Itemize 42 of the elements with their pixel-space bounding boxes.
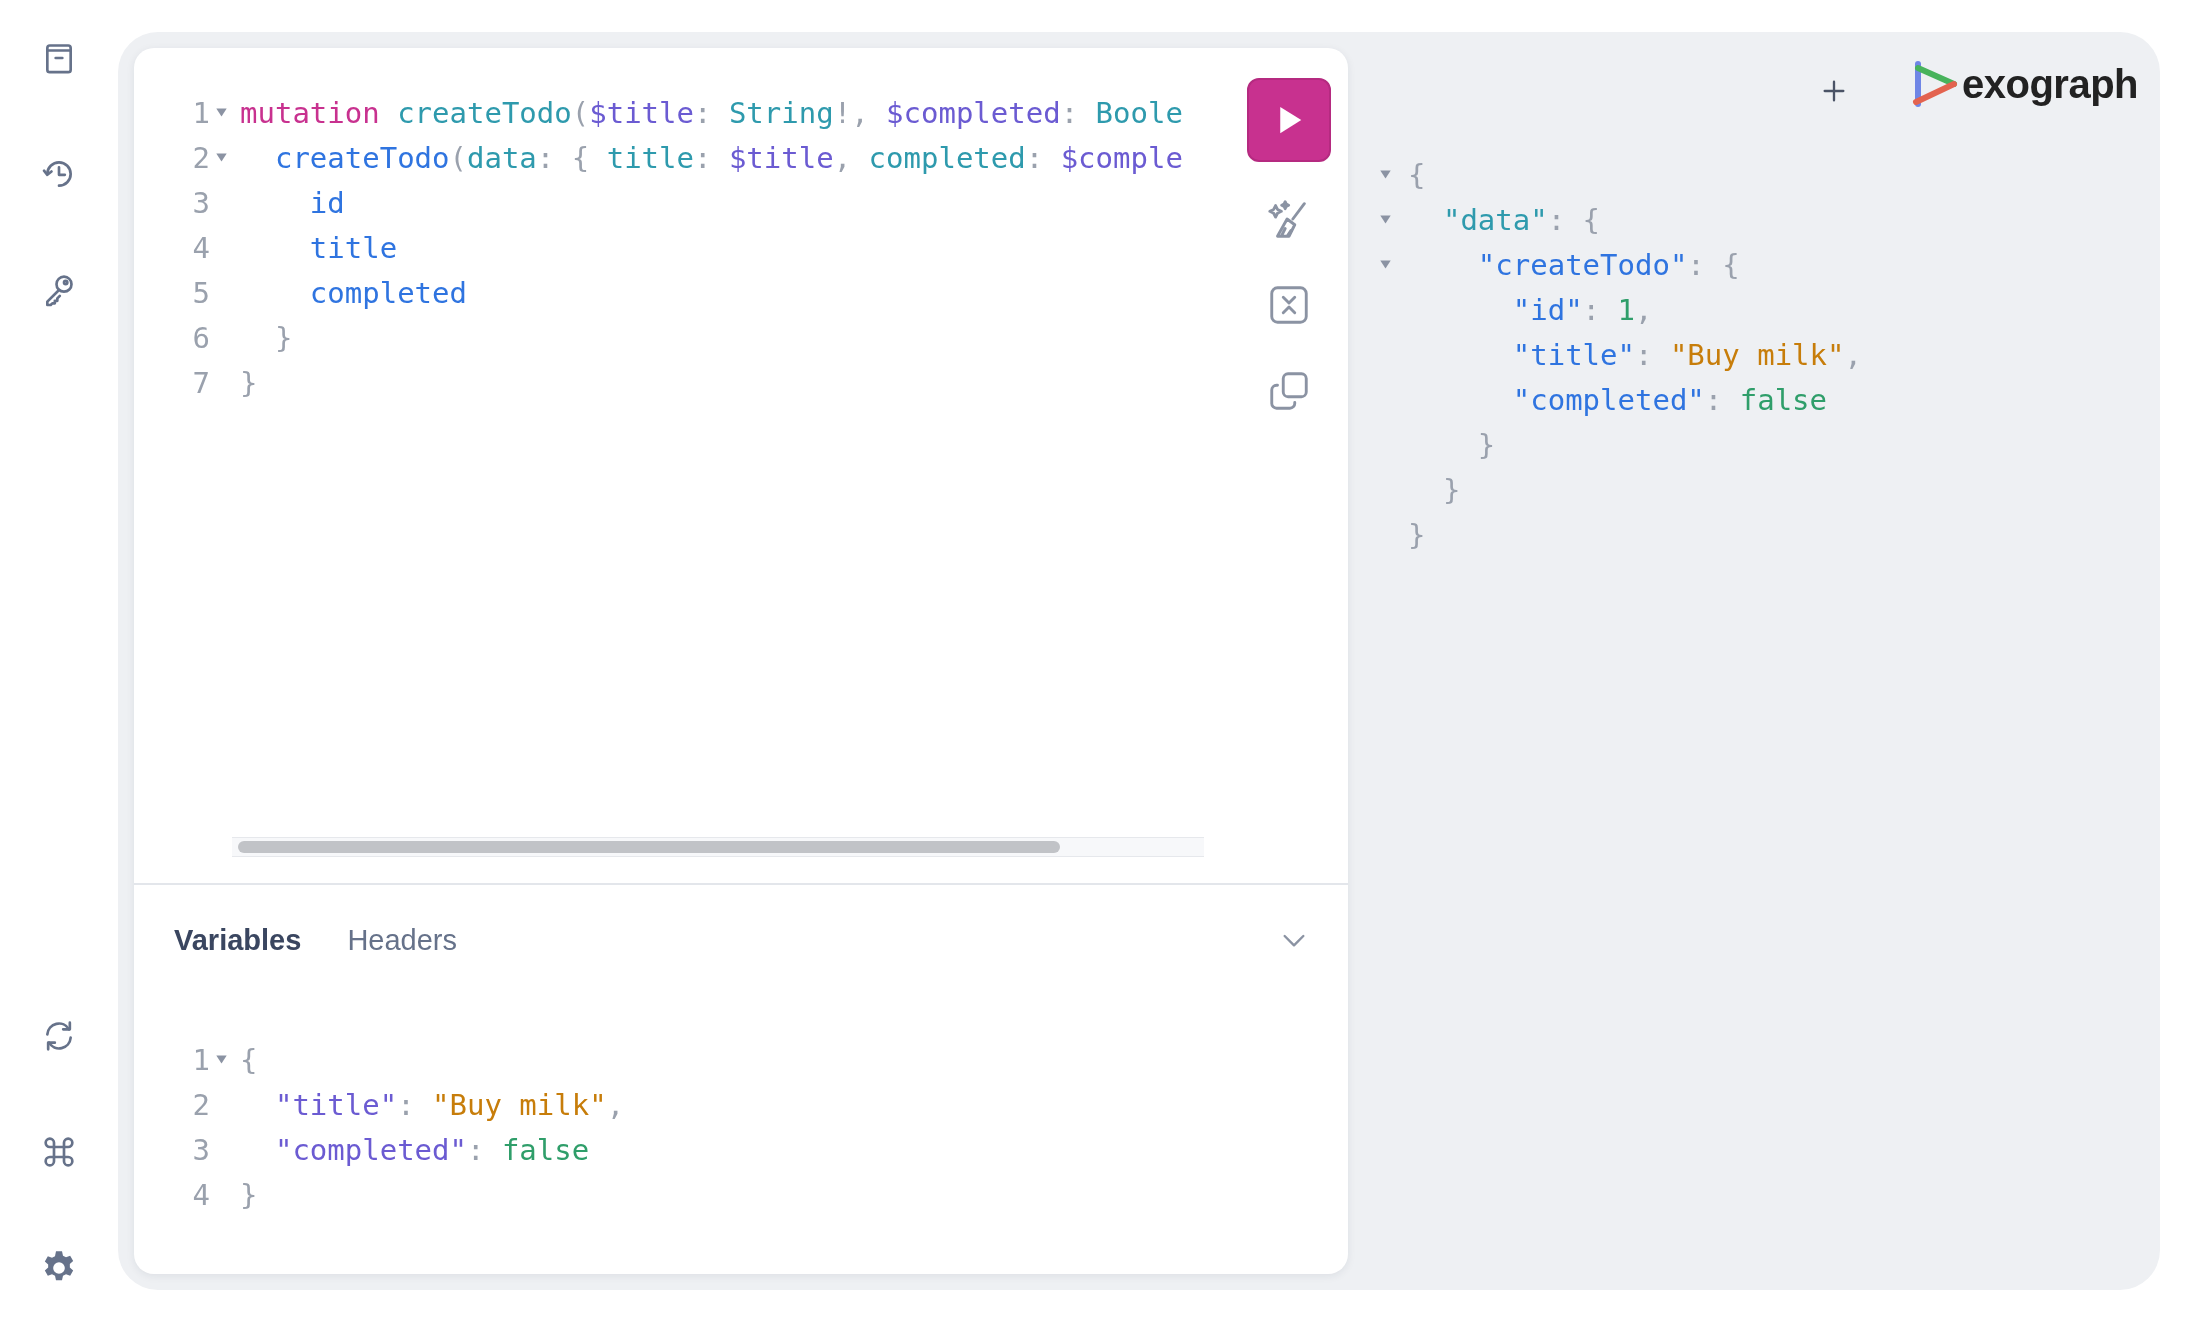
code-line: }: [240, 365, 258, 400]
tab[interactable]: Variables: [174, 919, 302, 961]
code-line: {: [240, 1042, 258, 1077]
code-line: }: [1476, 427, 1496, 462]
line-number: 3: [191, 1132, 210, 1167]
line-number: 1: [191, 1042, 210, 1077]
line-number: 3: [191, 185, 210, 220]
code-line: createTodo(data: { title: $title, completed: $comple: [273, 140, 1183, 175]
code-line: "completed": false: [273, 1132, 590, 1167]
line-number: 4: [191, 1177, 210, 1212]
code-line: "title": "Buy milk",: [1511, 337, 1862, 372]
code-line: title: [308, 230, 398, 265]
code-line: }: [1408, 517, 1426, 552]
horizontal-scrollbar[interactable]: [232, 837, 1204, 857]
fold-icon[interactable]: [215, 1053, 228, 1066]
line-number: 2: [191, 140, 210, 175]
code-line: {: [1408, 157, 1426, 192]
code-line: "title": "Buy milk",: [273, 1087, 625, 1122]
line-number: 4: [191, 230, 210, 265]
code-line: "completed": false: [1511, 382, 1828, 417]
code-line: "createTodo": {: [1476, 247, 1740, 282]
run-button[interactable]: [1247, 78, 1331, 162]
code-line: }: [1441, 472, 1461, 507]
code-line: id: [308, 185, 345, 220]
code-line: }: [273, 320, 293, 355]
fold-icon[interactable]: [215, 151, 228, 164]
fold-icon[interactable]: [1379, 168, 1392, 181]
line-number: 6: [191, 320, 210, 355]
line-number: 2: [191, 1087, 210, 1122]
fold-icon[interactable]: [215, 106, 228, 119]
code-line: "data": {: [1441, 202, 1601, 237]
code-line: completed: [308, 275, 467, 310]
tab[interactable]: Headers: [347, 919, 457, 961]
line-number: 5: [191, 275, 210, 310]
line-number: 7: [191, 365, 210, 400]
logo-text: exograph: [1961, 61, 2138, 107]
code-line: }: [240, 1177, 258, 1212]
fold-icon[interactable]: [1379, 258, 1392, 271]
code-line: "id": 1,: [1511, 292, 1653, 327]
fold-icon[interactable]: [1379, 213, 1392, 226]
code-line: mutation createTodo($title: String!, $completed: Boole: [240, 95, 1183, 130]
line-number: 1: [191, 95, 210, 130]
